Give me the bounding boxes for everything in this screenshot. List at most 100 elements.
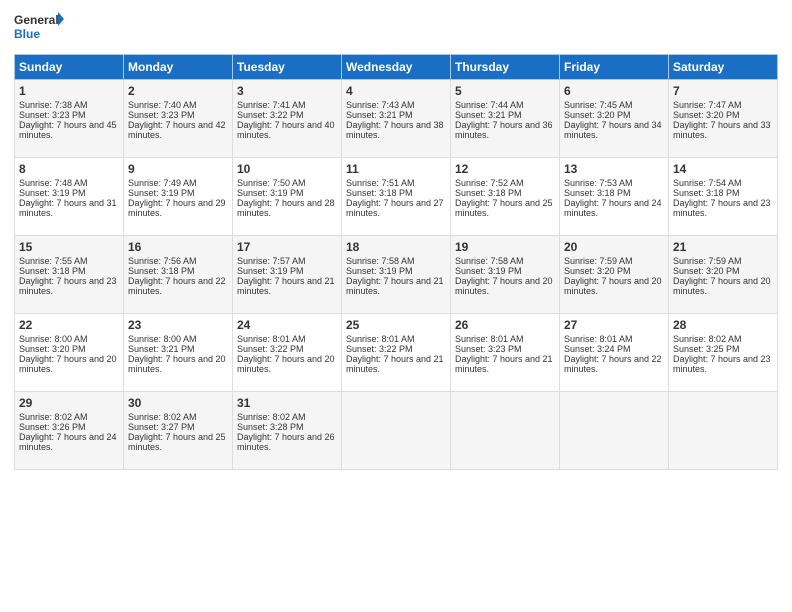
header-row: SundayMondayTuesdayWednesdayThursdayFrid… [15,55,778,80]
calendar-header: SundayMondayTuesdayWednesdayThursdayFrid… [15,55,778,80]
day-number: 11 [346,162,446,176]
svg-text:Blue: Blue [14,27,40,41]
sunrise-text: Sunrise: 7:41 AM [237,100,306,110]
calendar-cell: 12Sunrise: 7:52 AMSunset: 3:18 PMDayligh… [451,158,560,236]
calendar-cell: 20Sunrise: 7:59 AMSunset: 3:20 PMDayligh… [560,236,669,314]
sunset-text: Sunset: 3:23 PM [19,110,86,120]
day-header: Tuesday [233,55,342,80]
sunset-text: Sunset: 3:20 PM [673,110,740,120]
calendar-week-row: 15 Sunrise: 7:55 AMSunset: 3:18 PM Dayligh… [15,236,778,314]
day-number: 9 [128,162,228,176]
sunset-text: Sunset: 3:23 PM [128,110,195,120]
sunset-text: Sunset: 3:19 PM [237,188,304,198]
calendar-cell: 3Sunrise: 7:41 AMSunset: 3:22 PMDaylight… [233,80,342,158]
day-header: Monday [124,55,233,80]
daylight-text: Daylight: 7 hours and 45 minutes. [19,120,117,140]
daylight-text: Daylight: 7 hours and 25 minutes. [455,198,553,218]
daylight-text: Daylight: 7 hours and 23 minutes. [673,198,771,218]
sunrise-text: Sunrise: 7:59 AM [673,256,742,266]
day-number: 15 [19,240,119,254]
day-number: 23 [128,318,228,332]
sunset-text: Sunset: 3:18 PM [673,188,740,198]
calendar-cell: 10Sunrise: 7:50 AMSunset: 3:19 PMDayligh… [233,158,342,236]
calendar-cell [451,392,560,470]
calendar-cell: 5Sunrise: 7:44 AMSunset: 3:21 PMDaylight… [451,80,560,158]
sunset-text: Sunset: 3:20 PM [564,110,631,120]
sunrise-text: Sunrise: 7:54 AM [673,178,742,188]
calendar-cell: 26Sunrise: 8:01 AMSunset: 3:23 PMDayligh… [451,314,560,392]
sunrise-text: Sunrise: 8:00 AM [19,334,88,344]
sunset-text: Sunset: 3:24 PM [564,344,631,354]
calendar-cell: 8Sunrise: 7:48 AMSunset: 3:19 PMDaylight… [15,158,124,236]
calendar-cell: 13Sunrise: 7:53 AMSunset: 3:18 PMDayligh… [560,158,669,236]
logo: General Blue [14,10,64,48]
day-number: 16 [128,240,228,254]
sunset-text: Sunset: 3:21 PM [128,344,195,354]
calendar-cell: 30Sunrise: 8:02 AMSunset: 3:27 PMDayligh… [124,392,233,470]
sunset-text: Sunset: 3:20 PM [564,266,631,276]
calendar-cell [342,392,451,470]
day-number: 22 [19,318,119,332]
sunset-text: Sunset: 3:18 PM [19,266,86,276]
sunset-text: Sunset: 3:19 PM [455,266,522,276]
daylight-text: Daylight: 7 hours and 28 minutes. [237,198,335,218]
daylight-text: Daylight: 7 hours and 42 minutes. [128,120,226,140]
calendar-cell [560,392,669,470]
header: General Blue [14,10,778,48]
calendar-cell: 18Sunrise: 7:58 AMSunset: 3:19 PMDayligh… [342,236,451,314]
day-number: 14 [673,162,773,176]
calendar-cell: 25Sunrise: 8:01 AMSunset: 3:22 PMDayligh… [342,314,451,392]
day-number: 17 [237,240,337,254]
sunrise-text: Sunrise: 8:01 AM [346,334,415,344]
day-number: 30 [128,396,228,410]
day-number: 6 [564,84,664,98]
daylight-text: Daylight: 7 hours and 33 minutes. [673,120,771,140]
calendar-cell: 1Sunrise: 7:38 AMSunset: 3:23 PMDaylight… [15,80,124,158]
calendar-cell: 22Sunrise: 8:00 AMSunset: 3:20 PMDayligh… [15,314,124,392]
sunset-text: Sunset: 3:23 PM [455,344,522,354]
day-number: 29 [19,396,119,410]
sunset-text: Sunset: 3:19 PM [128,188,195,198]
sunset-text: Sunset: 3:18 PM [346,188,413,198]
calendar-cell: 7Sunrise: 7:47 AMSunset: 3:20 PMDaylight… [669,80,778,158]
calendar-cell: 24Sunrise: 8:01 AMSunset: 3:22 PMDayligh… [233,314,342,392]
daylight-text: Daylight: 7 hours and 21 minutes. [346,276,444,296]
calendar-cell: 6Sunrise: 7:45 AMSunset: 3:20 PMDaylight… [560,80,669,158]
daylight-text: Daylight: 7 hours and 20 minutes. [455,276,553,296]
sunrise-text: Sunrise: 7:45 AM [564,100,633,110]
day-number: 10 [237,162,337,176]
sunrise-text: Sunrise: 8:01 AM [564,334,633,344]
daylight-text: Daylight: 7 hours and 22 minutes. [564,354,662,374]
calendar-week-row: 29Sunrise: 8:02 AMSunset: 3:26 PMDayligh… [15,392,778,470]
sunset-text: Sunset: 3:27 PM [128,422,195,432]
svg-text:General: General [14,13,59,27]
calendar-cell: 2Sunrise: 7:40 AMSunset: 3:23 PMDaylight… [124,80,233,158]
calendar-cell: 4Sunrise: 7:43 AMSunset: 3:21 PMDaylight… [342,80,451,158]
day-number: 18 [346,240,446,254]
day-header: Saturday [669,55,778,80]
sunrise-text: Sunrise: 7:57 AM [237,256,306,266]
calendar-cell: 16Sunrise: 7:56 AMSunset: 3:18 PMDayligh… [124,236,233,314]
daylight-text: Daylight: 7 hours and 38 minutes. [346,120,444,140]
calendar-cell [669,392,778,470]
sunset-text: Sunset: 3:19 PM [237,266,304,276]
calendar-cell: 14 Sunrise: 7:54 AMSunset: 3:18 PMDayligh… [669,158,778,236]
sunrise-text: Sunrise: 7:55 AM [19,256,88,266]
day-number: 5 [455,84,555,98]
page-container: General Blue SundayMondayTuesdayWednesda… [0,0,792,612]
sunset-text: Sunset: 3:28 PM [237,422,304,432]
sunrise-text: Sunrise: 8:01 AM [455,334,524,344]
sunset-text: Sunset: 3:19 PM [346,266,413,276]
day-header: Sunday [15,55,124,80]
sunrise-text: Sunrise: 7:44 AM [455,100,524,110]
calendar-cell: 15Sunrise: 7:55 AMSunset: 3:18 PMDayligh… [15,236,124,314]
calendar-week-row: 1Sunrise: 7:38 AMSunset: 3:23 PMDaylight… [15,80,778,158]
sunset-text: Sunset: 3:21 PM [455,110,522,120]
daylight-text: Daylight: 7 hours and 25 minutes. [128,432,226,452]
sunrise-text: Sunrise: 7:38 AM [19,100,88,110]
sunrise-text: Sunrise: 8:02 AM [19,412,88,422]
daylight-text: Daylight: 7 hours and 20 minutes. [237,354,335,374]
sunrise-text: Sunrise: 7:47 AM [673,100,742,110]
calendar-cell: 27Sunrise: 8:01 AMSunset: 3:24 PMDayligh… [560,314,669,392]
daylight-text: Daylight: 7 hours and 26 minutes. [237,432,335,452]
